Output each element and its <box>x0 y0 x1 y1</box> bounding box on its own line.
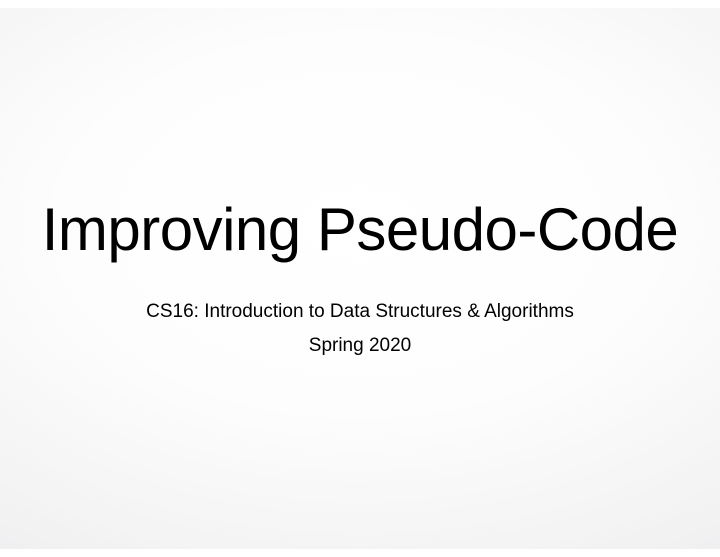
slide-term: Spring 2020 <box>309 331 411 360</box>
slide-subtitle: CS16: Introduction to Data Structures & … <box>146 297 574 326</box>
slide-container: Improving Pseudo-Code CS16: Introduction… <box>0 0 720 557</box>
slide-title: Improving Pseudo-Code <box>42 197 679 263</box>
title-slide: Improving Pseudo-Code CS16: Introduction… <box>0 8 720 549</box>
